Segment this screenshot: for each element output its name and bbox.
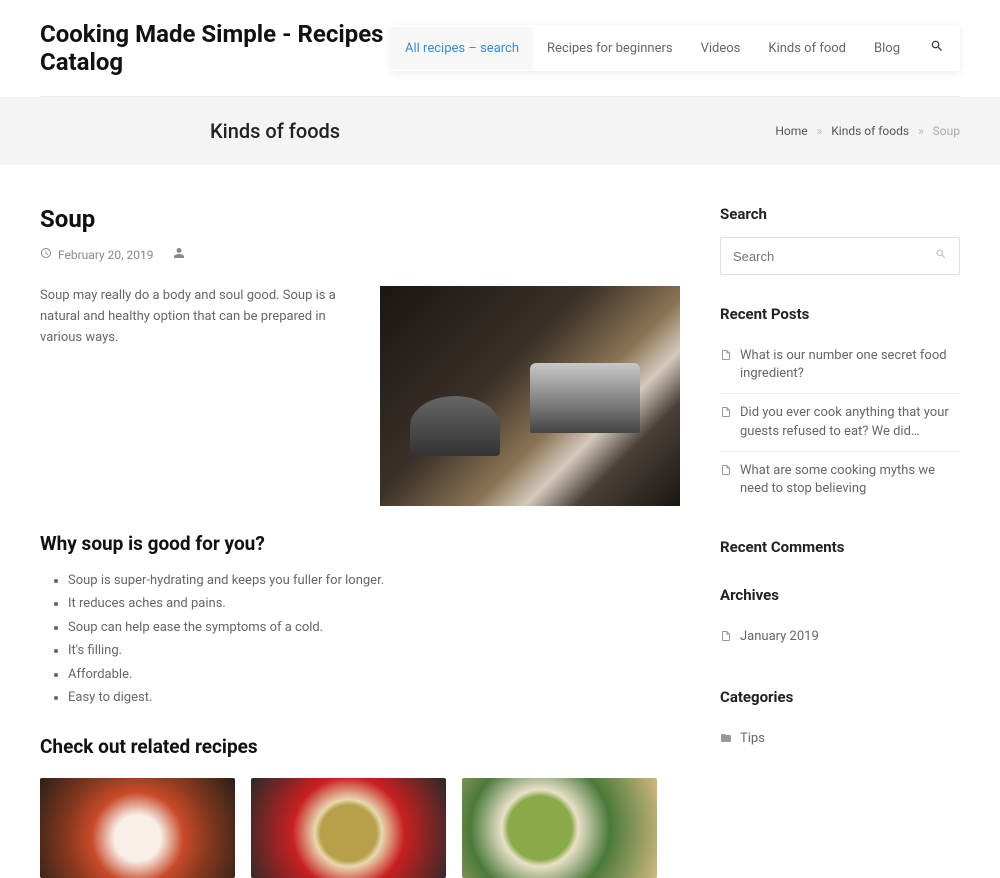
related-thumb[interactable] [40,778,235,878]
intro-text: Soup may really do a body and soul good.… [40,286,356,506]
breadcrumb: Home » Kinds of foods » Soup [775,124,960,138]
sidebar-categories-heading: Categories [720,688,960,706]
sidebar-recent-posts-heading: Recent Posts [720,305,960,323]
sidebar-categories: Categories Tips [720,688,960,760]
category-link[interactable]: Tips [740,730,765,748]
sidebar-recent-comments: Recent Comments [720,538,960,556]
list-item[interactable]: What is our number one secret food ingre… [720,337,960,394]
list-item: It's filling. [68,639,680,662]
meta-author [173,247,185,262]
breadcrumb-mid[interactable]: Kinds of foods [831,124,909,138]
list-item[interactable]: Did you ever cook anything that your gue… [720,394,960,451]
archive-link[interactable]: January 2019 [740,628,819,646]
breadcrumb-home[interactable]: Home [775,124,807,138]
folder-icon [720,732,732,750]
file-icon [720,349,732,367]
content: Soup February 20, 2019 Soup may really d… [40,205,680,878]
titlebar: Kinds of foods Home » Kinds of foods » S… [0,97,1000,165]
meta-date-text: February 20, 2019 [58,248,153,262]
list-item: Soup is super-hydrating and keeps you fu… [68,569,680,592]
featured-image [380,286,680,506]
page-title: Kinds of foods [210,119,340,143]
breadcrumb-current: Soup [933,124,960,138]
file-icon [720,406,732,424]
related-thumb[interactable] [251,778,446,878]
section-heading-related: Check out related recipes [40,735,680,758]
article-title: Soup [40,205,680,233]
breadcrumb-sep: » [918,124,924,138]
list-item[interactable]: January 2019 [720,618,960,658]
site-title[interactable]: Cooking Made Simple - Recipes Catalog [40,20,391,76]
list-item[interactable]: Tips [720,720,960,760]
sidebar-archives: Archives January 2019 [720,586,960,658]
post-link[interactable]: What are some cooking myths we need to s… [740,462,960,498]
sidebar-recent-posts: Recent Posts What is our number one secr… [720,305,960,508]
related-recipes [40,778,680,878]
search-icon[interactable] [914,25,960,71]
benefits-list: Soup is super-hydrating and keeps you fu… [40,569,680,709]
nav-item-blog[interactable]: Blog [860,27,914,70]
user-icon [173,247,185,262]
file-icon [720,464,732,482]
clock-icon [40,247,52,262]
main-nav: All recipes – search Recipes for beginne… [391,25,960,71]
list-item[interactable]: What are some cooking myths we need to s… [720,452,960,508]
post-link[interactable]: What is our number one secret food ingre… [740,347,960,383]
header: Cooking Made Simple - Recipes Catalog Al… [40,0,960,97]
sidebar-search-heading: Search [720,205,960,223]
meta-date: February 20, 2019 [40,247,153,262]
related-thumb[interactable] [462,778,657,878]
sidebar: Search Recent Posts What is our number o… [720,205,960,878]
article-meta: February 20, 2019 [40,247,680,262]
list-item: Affordable. [68,663,680,686]
sidebar-recent-comments-heading: Recent Comments [720,538,960,556]
search-input[interactable] [733,249,935,264]
sidebar-archives-heading: Archives [720,586,960,604]
nav-item-kinds-of-food[interactable]: Kinds of food [754,27,860,70]
nav-item-all-recipes[interactable]: All recipes – search [391,27,533,70]
list-item: Soup can help ease the symptoms of a col… [68,616,680,639]
nav-item-beginners[interactable]: Recipes for beginners [533,27,687,70]
post-link[interactable]: Did you ever cook anything that your gue… [740,404,960,440]
nav-item-videos[interactable]: Videos [687,27,755,70]
search-box [720,237,960,275]
list-item: It reduces aches and pains. [68,592,680,615]
section-heading-why: Why soup is good for you? [40,532,680,555]
sidebar-search: Search [720,205,960,275]
file-icon [720,630,732,648]
list-item: Easy to digest. [68,686,680,709]
search-icon[interactable] [935,248,947,264]
breadcrumb-sep: » [817,124,823,138]
